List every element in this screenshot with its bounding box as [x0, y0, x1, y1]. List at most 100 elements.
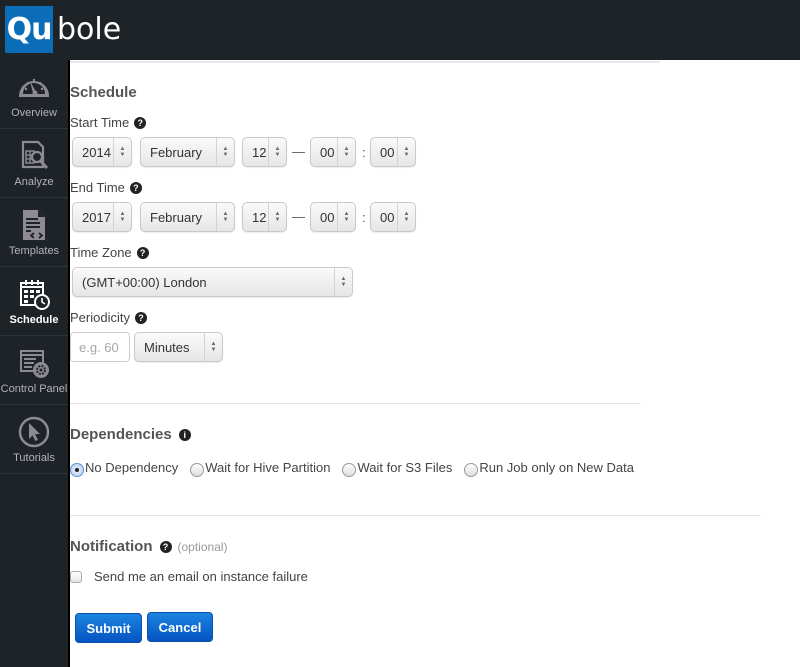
end-hour-select[interactable]: 00 ▲ ▼	[310, 202, 356, 232]
radio-no-dependency[interactable]: No Dependency	[70, 457, 178, 477]
email-failure-label: Send me an email on instance failure	[94, 569, 308, 584]
periodicity-unit-value: Minutes	[144, 339, 190, 355]
qubole-logo[interactable]: Qu bole	[5, 6, 121, 53]
sidebar-item-label: Control Panel	[0, 382, 68, 395]
sidebar-item-label: Schedule	[9, 313, 59, 326]
start-minute-select[interactable]: 00 ▲ ▼	[370, 137, 416, 167]
control-panel-gear-icon	[20, 349, 49, 378]
template-document-icon	[23, 209, 45, 240]
time-separator: :	[362, 210, 366, 225]
cancel-button[interactable]: Cancel	[147, 612, 213, 642]
start-year-select[interactable]: 2014 ▲ ▼	[72, 137, 132, 167]
main-content: Schedule Start Time ? 2014 ▲ ▼ February ▲…	[68, 60, 800, 667]
start-hour-select[interactable]: 00 ▲ ▼	[310, 137, 356, 167]
help-icon[interactable]: ?	[129, 181, 142, 194]
periodicity-label-text: Periodicity	[70, 310, 130, 325]
end-time-label: End Time ?	[70, 180, 142, 195]
section-divider	[70, 403, 641, 404]
select-arrows-icon: ▲ ▼	[334, 268, 352, 296]
radio-checked-icon	[70, 463, 84, 477]
dependencies-heading: Dependencies i	[70, 426, 191, 443]
radio-label: Wait for S3 Files	[357, 459, 453, 475]
radio-wait-s3-files[interactable]: Wait for S3 Files	[342, 457, 452, 477]
sidebar-item-label: Tutorials	[13, 451, 55, 464]
dashboard-gauge-icon	[18, 78, 50, 97]
select-arrows-icon: ▲ ▼	[113, 138, 131, 166]
start-day-select[interactable]: 12 ▲ ▼	[242, 137, 287, 167]
select-arrows-icon: ▲ ▼	[397, 138, 415, 166]
sidebar-item-overview[interactable]: Overview	[0, 60, 68, 129]
select-arrows-icon: ▲ ▼	[268, 138, 286, 166]
sidebar-item-control-panel[interactable]: Control Panel	[0, 336, 68, 405]
start-hour-value: 00	[320, 144, 335, 160]
radio-unchecked-icon	[190, 463, 205, 477]
notification-heading: Notification ? (optional)	[70, 538, 228, 555]
help-icon[interactable]: ?	[136, 246, 149, 259]
cursor-pointer-icon	[18, 416, 50, 447]
radio-label: No Dependency	[85, 459, 179, 475]
start-day-value: 12	[252, 144, 267, 160]
help-icon[interactable]: ?	[159, 540, 172, 553]
notification-title: Notification	[70, 538, 153, 555]
date-time-separator: —	[292, 144, 305, 159]
end-minute-select[interactable]: 00 ▲ ▼	[370, 202, 416, 232]
sidebar-item-label: Templates	[8, 244, 60, 257]
select-arrows-icon: ▲ ▼	[216, 138, 234, 166]
radio-label: Wait for Hive Partition	[205, 459, 331, 475]
select-arrows-icon: ▲ ▼	[337, 138, 355, 166]
sidebar-nav: Overview Analyze Templates Schedule Cont…	[0, 60, 68, 667]
radio-wait-hive-partition[interactable]: Wait for Hive Partition	[190, 457, 330, 477]
logo-text: bole	[57, 12, 122, 47]
dependency-options: No Dependency Wait for Hive Partition Wa…	[70, 457, 646, 477]
end-year-value: 2017	[82, 209, 111, 225]
dependencies-title: Dependencies	[70, 426, 172, 443]
radio-label: Run Job only on New Data	[479, 459, 634, 475]
time-separator: :	[362, 145, 366, 160]
select-arrows-icon: ▲ ▼	[204, 333, 222, 361]
periodicity-input[interactable]	[70, 332, 130, 362]
start-month-value: February	[150, 144, 203, 160]
logo-box: Qu	[5, 6, 53, 53]
sidebar-item-templates[interactable]: Templates	[0, 198, 68, 267]
start-time-label: Start Time ?	[70, 115, 147, 130]
start-year-value: 2014	[82, 144, 111, 160]
select-arrows-icon: ▲ ▼	[113, 203, 131, 231]
calendar-clock-icon	[20, 279, 50, 310]
sidebar-item-label: Analyze	[14, 175, 54, 188]
help-icon[interactable]: ?	[134, 311, 147, 324]
info-icon[interactable]: i	[178, 428, 191, 441]
email-failure-option: Send me an email on instance failure	[70, 569, 308, 584]
select-arrows-icon: ▲ ▼	[337, 203, 355, 231]
periodicity-label: Periodicity ?	[70, 310, 147, 325]
section-divider	[70, 515, 761, 516]
select-arrows-icon: ▲ ▼	[216, 203, 234, 231]
select-arrows-icon: ▲ ▼	[268, 203, 286, 231]
sidebar-item-analyze[interactable]: Analyze	[0, 129, 68, 198]
radio-run-on-new-data[interactable]: Run Job only on New Data	[464, 457, 634, 477]
end-month-select[interactable]: February ▲ ▼	[140, 202, 235, 232]
end-year-select[interactable]: 2017 ▲ ▼	[72, 202, 132, 232]
end-hour-value: 00	[320, 209, 335, 225]
end-day-select[interactable]: 12 ▲ ▼	[242, 202, 287, 232]
time-zone-label-text: Time Zone	[70, 245, 132, 260]
periodicity-unit-select[interactable]: Minutes ▲ ▼	[134, 332, 223, 362]
submit-button[interactable]: Submit	[75, 613, 142, 643]
sidebar-item-tutorials[interactable]: Tutorials	[0, 405, 68, 474]
start-minute-value: 00	[380, 144, 395, 160]
schedule-heading: Schedule	[70, 84, 137, 101]
end-time-label-text: End Time	[70, 180, 125, 195]
analyze-magnifier-icon	[21, 140, 49, 169]
date-time-separator: —	[292, 209, 305, 224]
end-day-value: 12	[252, 209, 267, 225]
select-arrows-icon: ▲ ▼	[397, 203, 415, 231]
start-month-select[interactable]: February ▲ ▼	[140, 137, 235, 167]
start-time-label-text: Start Time	[70, 115, 130, 130]
sidebar-item-schedule[interactable]: Schedule	[0, 267, 68, 336]
optional-note: (optional)	[177, 539, 228, 554]
email-failure-checkbox[interactable]	[70, 570, 82, 583]
help-icon[interactable]: ?	[134, 116, 147, 129]
sidebar-item-label: Overview	[11, 106, 57, 119]
end-minute-value: 00	[380, 209, 395, 225]
time-zone-select[interactable]: (GMT+00:00) London ▲ ▼	[72, 267, 353, 297]
top-bar: Qu bole	[0, 0, 800, 60]
